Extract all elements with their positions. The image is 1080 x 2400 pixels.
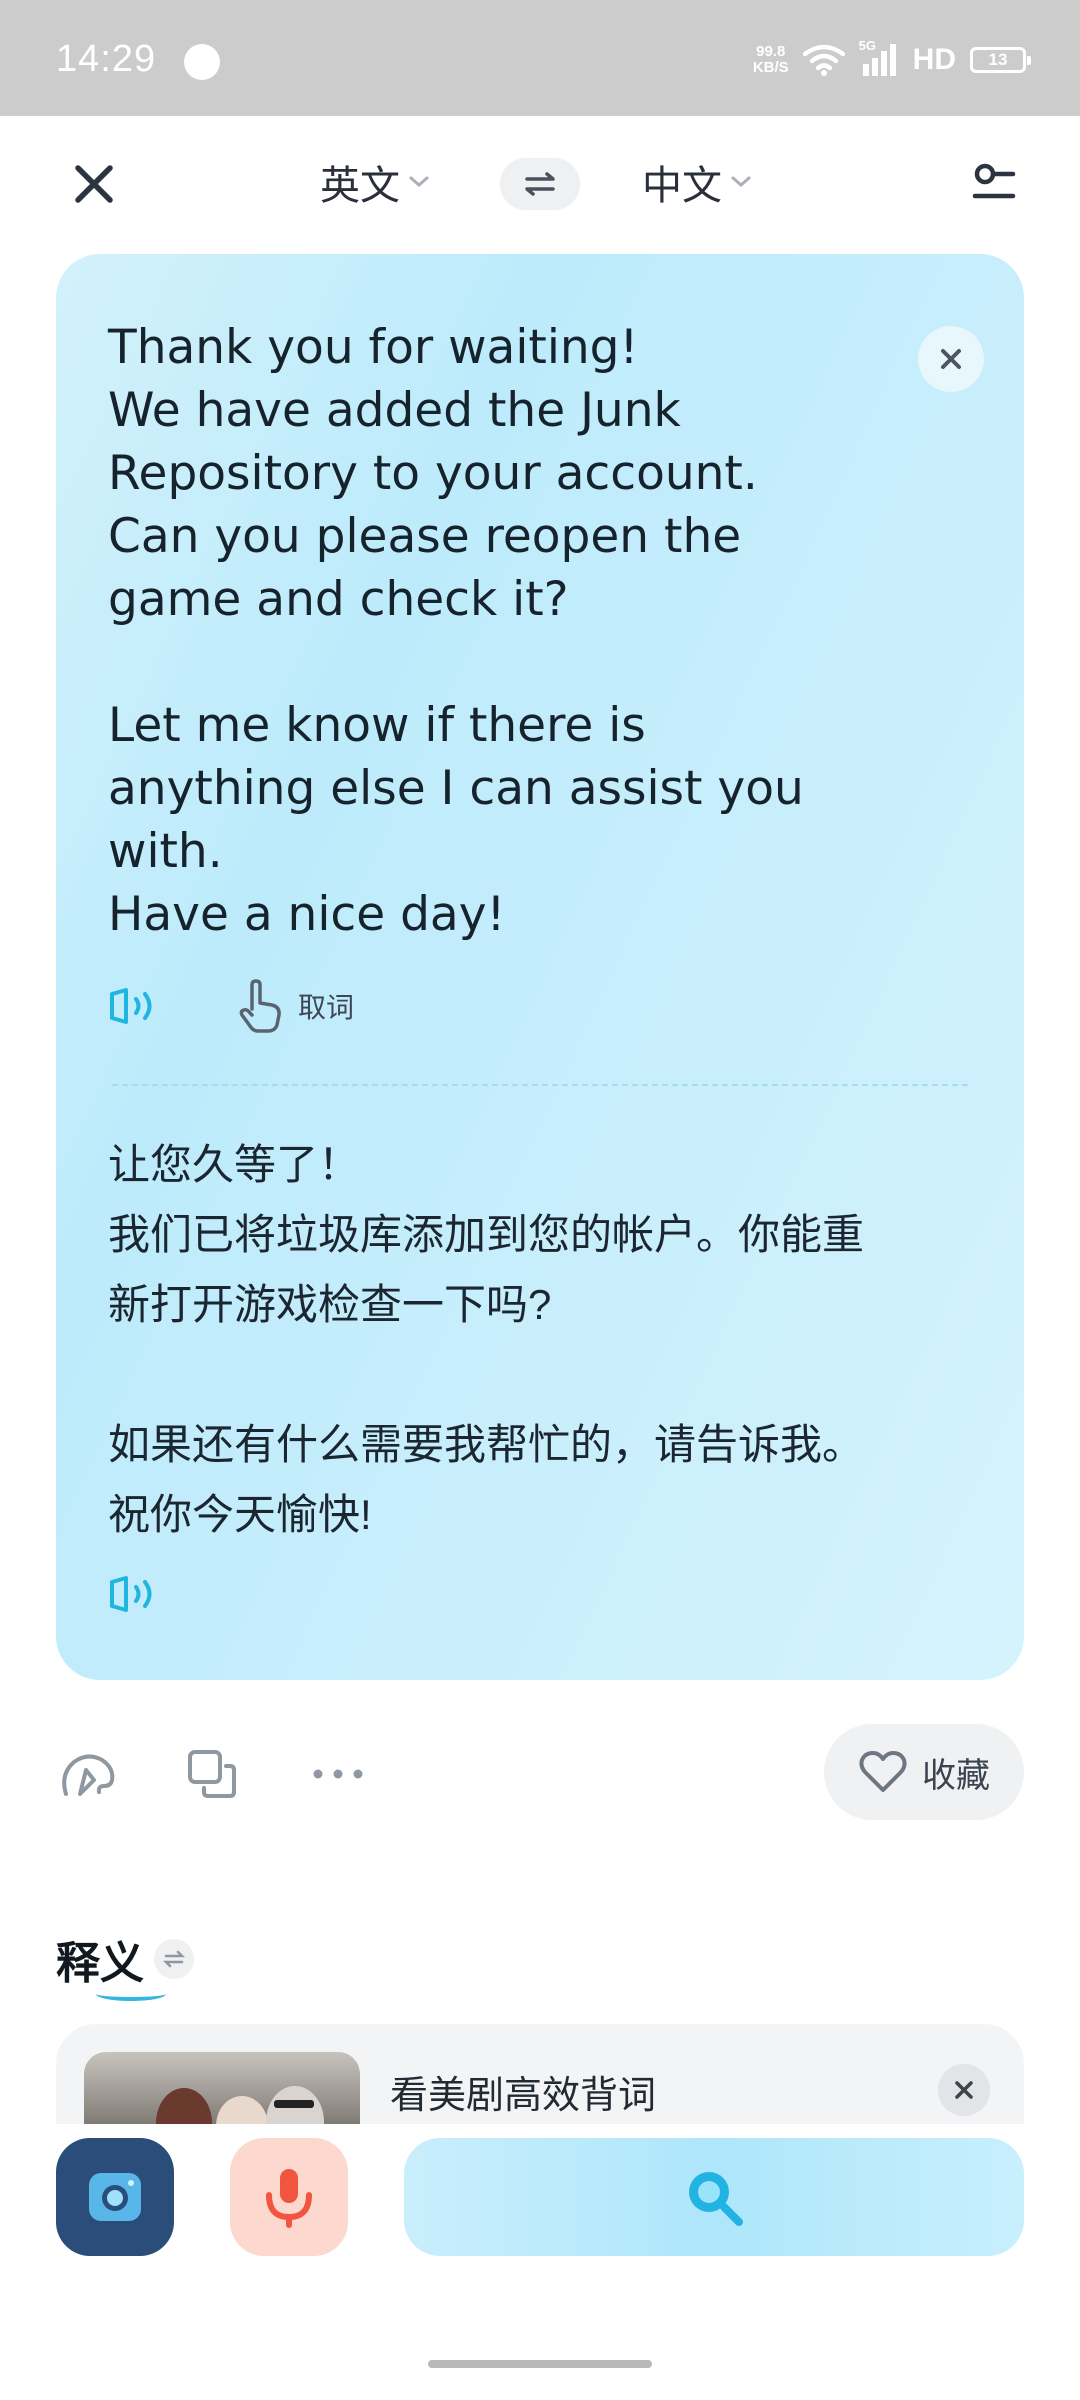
speaker-icon — [110, 988, 152, 1024]
target-language-label: 中文 — [642, 164, 722, 208]
hand-pointer-icon — [239, 979, 281, 1033]
wifi-icon — [802, 44, 845, 76]
promo-close-button[interactable] — [938, 2064, 990, 2116]
source-actions: 取词 — [108, 976, 354, 1036]
target-line: 新打开游戏检查一下吗? — [108, 1281, 552, 1328]
source-line: game and check it? — [108, 572, 569, 627]
favorite-label: 收藏 — [922, 1756, 990, 1795]
more-button[interactable] — [308, 1744, 368, 1804]
source-speak-button[interactable] — [108, 984, 164, 1028]
definition-title: 释义 — [56, 1927, 166, 2001]
clear-text-button[interactable] — [918, 326, 984, 392]
network-speed: 99.8 KB/S — [752, 43, 789, 76]
target-line: 祝你今天愉快! — [108, 1491, 372, 1538]
palette-icon — [62, 1754, 115, 1796]
settings-toggle-icon — [972, 163, 1016, 199]
target-line: 我们已将垃圾库添加到您的帐户。你能重 — [108, 1211, 865, 1258]
source-line: Thank you for waiting! — [108, 320, 639, 375]
battery-icon: 13 — [970, 47, 1031, 73]
source-line: Repository to your account. — [108, 446, 758, 501]
bottom-bar — [0, 2124, 1080, 2400]
chevron-down-icon — [731, 176, 751, 187]
promo-card[interactable]: 看美剧高效背词 — [56, 2024, 1024, 2124]
voice-translate-button[interactable] — [230, 2138, 348, 2256]
settings-button[interactable] — [964, 154, 1024, 214]
source-line: Let me know if there is — [108, 698, 646, 753]
home-indicator[interactable] — [428, 2360, 652, 2368]
divider — [112, 1084, 968, 1086]
copy-button[interactable] — [182, 1744, 242, 1804]
translated-text[interactable]: 让您久等了！ 我们已将垃圾库添加到您的帐户。你能重 新打开游戏检查一下吗? 如果… — [108, 1130, 968, 1550]
close-button[interactable] — [66, 156, 122, 212]
target-language-select[interactable]: 中文 — [642, 152, 752, 212]
camera-translate-button[interactable] — [56, 2138, 174, 2256]
target-line: 如果还有什么需要我帮忙的，请告诉我。 — [108, 1421, 865, 1468]
close-icon — [75, 165, 113, 203]
source-line — [108, 631, 888, 694]
swap-icon — [163, 1950, 185, 1968]
signal-icon: 5G — [859, 38, 899, 78]
close-icon — [955, 2081, 973, 2099]
hd-label: HD — [912, 43, 956, 76]
notification-dot-icon — [184, 44, 220, 80]
source-line: We have added the Junk — [108, 383, 681, 438]
source-line: Have a nice day! — [108, 887, 506, 942]
definition-header: 释义 — [56, 1924, 194, 2001]
swap-language-button[interactable] — [500, 158, 580, 210]
search-icon — [689, 2172, 743, 2226]
source-line: anything else I can assist you — [108, 761, 804, 816]
pick-word-button[interactable]: 取词 — [236, 979, 354, 1033]
status-bar: 14:29 99.8 KB/S 5G HD 13 — [0, 0, 1080, 116]
pick-word-label: 取词 — [298, 992, 355, 1023]
status-icons: 99.8 KB/S 5G HD 13 — [752, 38, 1031, 80]
speaker-icon — [110, 1576, 152, 1612]
source-line: Can you please reopen the — [108, 509, 742, 564]
target-line: 让您久等了！ — [108, 1141, 361, 1188]
swap-icon — [525, 172, 555, 196]
microphone-icon — [266, 2169, 312, 2228]
promo-title: 看美剧高效背词 — [390, 2075, 657, 2117]
top-bar: 英文 中文 — [0, 116, 1080, 246]
definition-switch-button[interactable] — [154, 1939, 194, 1979]
promo-thumbnail — [84, 2052, 360, 2124]
camera-icon — [89, 2173, 141, 2221]
target-line — [108, 1340, 968, 1410]
source-text[interactable]: Thank you for waiting! We have added the… — [108, 316, 888, 946]
more-dots-icon — [313, 1769, 363, 1779]
heart-icon — [859, 1751, 907, 1792]
copy-icon — [188, 1750, 236, 1798]
translation-card: Thank you for waiting! We have added the… — [56, 254, 1024, 1680]
result-actions: 收藏 — [0, 1724, 1080, 1820]
source-language-select[interactable]: 英文 — [320, 152, 430, 212]
target-speak-button[interactable] — [108, 1572, 164, 1616]
close-icon — [941, 349, 961, 369]
search-button[interactable] — [404, 2138, 1024, 2256]
source-line: with. — [108, 824, 223, 879]
source-language-label: 英文 — [320, 164, 400, 208]
feedback-button[interactable] — [58, 1744, 118, 1804]
favorite-button[interactable]: 收藏 — [824, 1724, 1024, 1820]
status-time: 14:29 — [56, 38, 157, 80]
chevron-down-icon — [409, 176, 429, 187]
